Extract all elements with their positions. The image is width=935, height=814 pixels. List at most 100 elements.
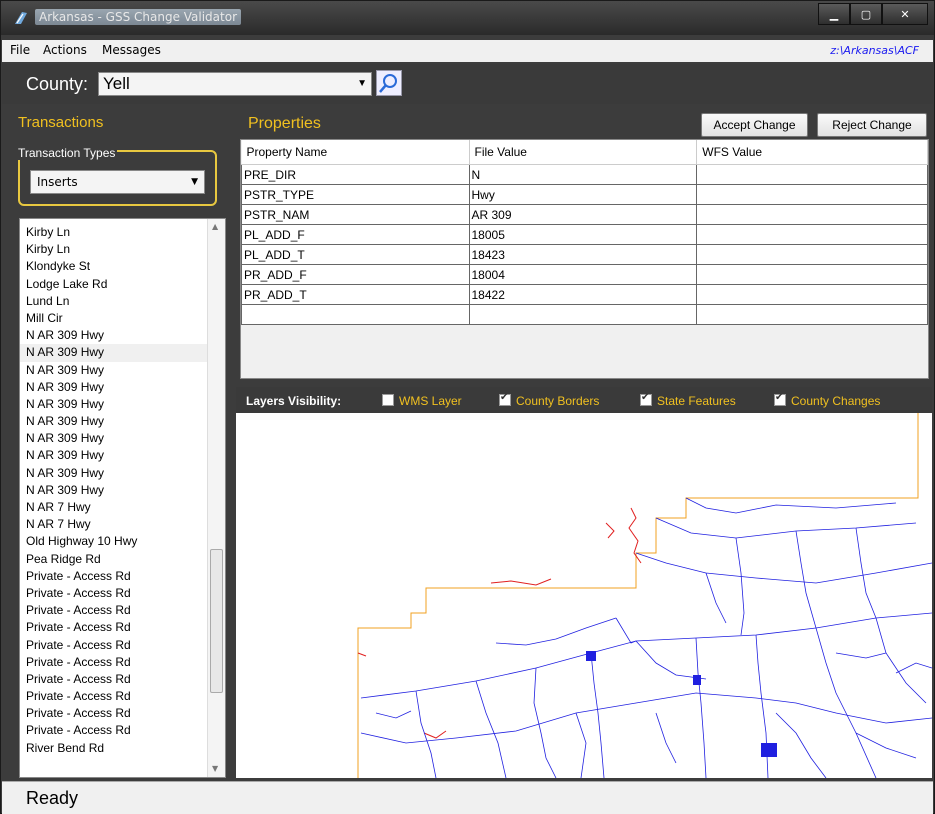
county-change-lines	[357, 507, 642, 739]
county-dropdown[interactable]: Yell ▼	[98, 72, 372, 96]
list-item[interactable]: Kirby Ln	[20, 241, 210, 258]
list-item[interactable]: N AR 309 Hwy	[20, 396, 210, 413]
state-features-checkbox[interactable]: State Features	[640, 392, 736, 408]
table-cell: PSTR_TYPE	[241, 184, 470, 205]
table-row[interactable]: PL_ADD_F 18005	[241, 224, 928, 245]
transaction-types-label: Transaction Types	[16, 146, 118, 160]
table-cell: 18005	[468, 224, 698, 245]
table-header-row: Property Name File Value WFS Value	[241, 140, 928, 165]
list-item[interactable]: Private - Access Rd	[20, 619, 210, 636]
list-scrollbar[interactable]: ▲ ▼	[207, 219, 225, 777]
column-header-file-value[interactable]: File Value	[469, 140, 698, 165]
transactions-list[interactable]: Kirby Ln Kirby Ln Klondyke St Lodge Lake Rd…	[19, 218, 226, 778]
table-cell: PR_ADD_F	[241, 264, 470, 285]
list-item[interactable]: Pea Ridge Rd	[20, 551, 210, 568]
map-panel[interactable]: Layers Visibility: WMS Layer County Bord…	[236, 387, 932, 778]
county-bar: County: Yell ▼	[2, 64, 933, 104]
close-button[interactable]: ✕	[882, 3, 928, 25]
table-row[interactable]: PSTR_TYPE Hwy	[241, 184, 928, 205]
search-button[interactable]	[376, 70, 402, 96]
list-item[interactable]: N AR 309 Hwy	[20, 362, 210, 379]
properties-panel: Properties Accept Change Reject Change P…	[236, 109, 932, 383]
minimize-button[interactable]: ▁	[818, 3, 850, 25]
list-item[interactable]: N AR 309 Hwy	[20, 482, 210, 499]
list-item[interactable]: Lodge Lake Rd	[20, 276, 210, 293]
transaction-types-dropdown[interactable]: Inserts ▼	[30, 170, 205, 194]
close-icon: ✕	[900, 7, 910, 21]
checkbox-checked-icon	[499, 392, 511, 406]
maximize-button[interactable]: ▢	[850, 3, 882, 25]
list-item[interactable]: N AR 309 Hwy	[20, 430, 210, 447]
scroll-up-icon[interactable]: ▲	[212, 222, 218, 231]
list-item[interactable]: River Bend Rd	[20, 740, 210, 757]
table-cell: PRE_DIR	[241, 164, 470, 185]
table-cell: PL_ADD_F	[241, 224, 470, 245]
table-cell: PR_ADD_T	[241, 284, 470, 305]
title-bar[interactable]: Arkansas - GSS Change Validator ▁ ▢ ✕	[1, 1, 934, 35]
table-row[interactable]: PR_ADD_F 18004	[241, 264, 928, 285]
menu-file[interactable]: File	[10, 43, 30, 57]
properties-header: Properties	[248, 115, 321, 132]
table-row[interactable]: PRE_DIR N	[241, 164, 928, 185]
table-cell	[696, 184, 928, 205]
table-cell: 18004	[468, 264, 698, 285]
minimize-icon: ▁	[829, 7, 839, 21]
list-item[interactable]: Private - Access Rd	[20, 705, 210, 722]
column-header-property-name[interactable]: Property Name	[241, 140, 470, 165]
list-item[interactable]: Private - Access Rd	[20, 585, 210, 602]
table-cell: AR 309	[468, 204, 698, 225]
accept-change-button[interactable]: Accept Change	[701, 113, 808, 137]
maximize-icon: ▢	[860, 7, 872, 21]
dropdown-arrow-icon: ▼	[357, 78, 367, 89]
state-features-label: State Features	[657, 394, 736, 408]
list-item[interactable]: N AR 7 Hwy	[20, 516, 210, 533]
status-text: Ready	[26, 788, 79, 808]
list-item[interactable]: N AR 7 Hwy	[20, 499, 210, 516]
list-item[interactable]: Private - Access Rd	[20, 722, 210, 739]
list-item[interactable]: Private - Access Rd	[20, 654, 210, 671]
wms-layer-label: WMS Layer	[399, 394, 462, 408]
county-borders-checkbox[interactable]: County Borders	[499, 392, 600, 408]
table-cell	[468, 304, 698, 325]
list-item[interactable]: Mill Cir	[20, 310, 210, 327]
table-cell: PSTR_NAM	[241, 204, 470, 225]
list-item[interactable]: N AR 309 Hwy	[20, 465, 210, 482]
list-item[interactable]: N AR 309 Hwy	[20, 344, 210, 362]
list-item[interactable]: Old Highway 10 Hwy	[20, 533, 210, 550]
properties-grid: Property Name File Value WFS Value PRE_D…	[240, 139, 929, 379]
table-row[interactable]: PR_ADD_T 18422	[241, 284, 928, 305]
menu-messages[interactable]: Messages	[102, 43, 161, 57]
table-cell: 18422	[468, 284, 698, 305]
scroll-down-icon[interactable]: ▼	[212, 764, 218, 773]
scroll-thumb[interactable]	[210, 549, 223, 693]
table-cell	[696, 224, 928, 245]
transactions-list-items: Kirby Ln Kirby Ln Klondyke St Lodge Lake Rd…	[20, 224, 210, 757]
table-cell: Hwy	[468, 184, 698, 205]
table-row[interactable]: PSTR_NAM AR 309	[241, 204, 928, 225]
reject-change-button[interactable]: Reject Change	[817, 113, 927, 137]
column-header-wfs-value[interactable]: WFS Value	[696, 140, 928, 165]
menu-actions[interactable]: Actions	[43, 43, 87, 57]
list-item[interactable]: Private - Access Rd	[20, 568, 210, 585]
wms-layer-checkbox[interactable]: WMS Layer	[382, 394, 462, 408]
list-item[interactable]: Lund Ln	[20, 293, 210, 310]
list-item[interactable]: N AR 309 Hwy	[20, 327, 210, 344]
county-borders-label: County Borders	[516, 394, 600, 408]
list-item[interactable]: N AR 309 Hwy	[20, 379, 210, 396]
county-changes-checkbox[interactable]: County Changes	[774, 392, 880, 408]
list-item[interactable]: Private - Access Rd	[20, 688, 210, 705]
transactions-panel: Transactions Inserts ▼ Transaction Types…	[2, 106, 233, 778]
map-canvas[interactable]	[236, 413, 932, 778]
list-item[interactable]: Klondyke St	[20, 258, 210, 275]
list-item[interactable]: Private - Access Rd	[20, 671, 210, 688]
list-item[interactable]: Kirby Ln	[20, 224, 210, 241]
table-cell	[241, 304, 470, 325]
menu-bar: File Actions Messages z:\Arkansas\ACF	[2, 40, 933, 62]
table-row[interactable]	[241, 304, 928, 325]
table-row[interactable]: PL_ADD_T 18423	[241, 244, 928, 265]
list-item[interactable]: N AR 309 Hwy	[20, 447, 210, 464]
table-cell: 18423	[468, 244, 698, 265]
list-item[interactable]: Private - Access Rd	[20, 602, 210, 619]
list-item[interactable]: Private - Access Rd	[20, 637, 210, 654]
list-item[interactable]: N AR 309 Hwy	[20, 413, 210, 430]
